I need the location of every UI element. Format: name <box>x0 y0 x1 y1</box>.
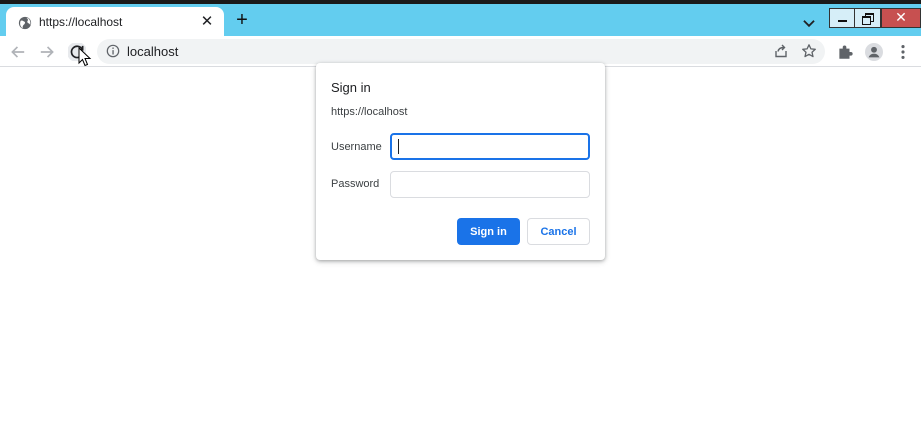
close-icon[interactable]: ✕ <box>881 8 921 28</box>
close-icon[interactable]: ✕ <box>198 13 216 31</box>
restore-icon[interactable] <box>855 8 881 28</box>
arrow-right-icon[interactable] <box>38 43 56 61</box>
kebab-menu-icon[interactable] <box>894 43 912 61</box>
dialog-title: Sign in <box>331 80 371 95</box>
minimize-icon[interactable] <box>829 8 855 28</box>
sign-in-dialog: Sign in https://localhost Username Passw… <box>316 63 605 260</box>
password-label: Password <box>331 178 380 190</box>
username-input[interactable] <box>390 133 590 160</box>
dialog-origin: https://localhost <box>331 106 408 118</box>
sign-in-button[interactable]: Sign in <box>457 218 520 245</box>
chevron-down-icon[interactable] <box>800 14 818 32</box>
title-bar: https://localhost ✕ + ✕ <box>0 0 921 40</box>
person-icon[interactable] <box>865 43 883 61</box>
cursor-icon <box>78 47 92 67</box>
share-icon[interactable] <box>773 43 789 59</box>
puzzle-icon[interactable] <box>836 43 854 61</box>
text-caret <box>398 139 399 154</box>
address-bar[interactable]: localhost <box>97 39 825 64</box>
tab-title: https://localhost <box>39 15 123 29</box>
globe-icon <box>18 16 32 30</box>
password-input[interactable] <box>390 171 590 198</box>
info-icon[interactable] <box>106 44 120 58</box>
arrow-left-icon[interactable] <box>9 43 27 61</box>
cancel-button[interactable]: Cancel <box>527 218 590 245</box>
star-icon[interactable] <box>801 43 817 59</box>
username-label: Username <box>331 141 382 153</box>
url-text[interactable]: localhost <box>127 44 178 59</box>
plus-icon[interactable]: + <box>232 10 252 32</box>
